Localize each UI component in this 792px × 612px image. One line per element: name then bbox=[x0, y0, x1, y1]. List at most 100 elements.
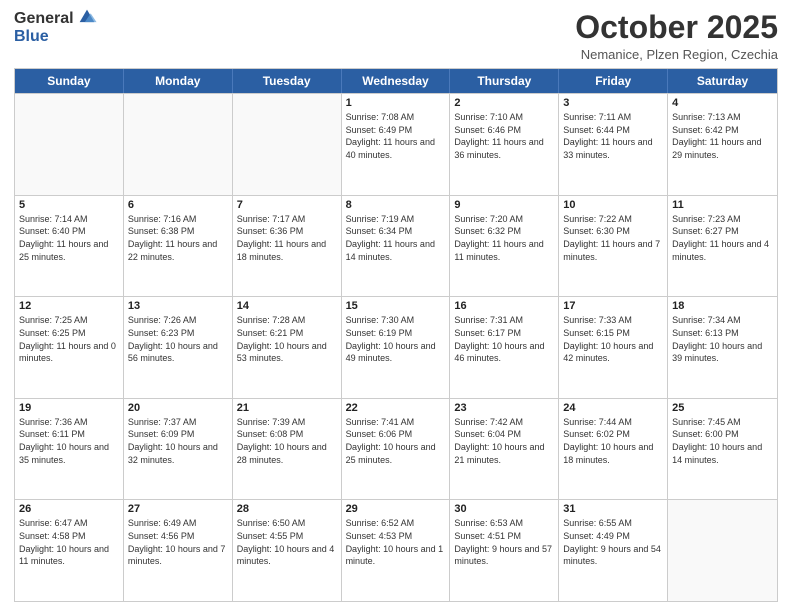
day-number: 20 bbox=[128, 402, 228, 414]
day-info: Sunrise: 7:41 AM Sunset: 6:06 PM Dayligh… bbox=[346, 416, 446, 466]
day-cell-12: 12 Sunrise: 7:25 AM Sunset: 6:25 PM Dayli… bbox=[15, 297, 124, 398]
day-number: 4 bbox=[672, 97, 773, 109]
day-cell-19: 19Sunrise: 7:36 AM Sunset: 6:11 PM Dayli… bbox=[15, 399, 124, 500]
location: Nemanice, Plzen Region, Czechia bbox=[575, 47, 778, 62]
day-number: 26 bbox=[19, 503, 119, 515]
day-info: Sunrise: 6:52 AM Sunset: 4:53 PM Dayligh… bbox=[346, 517, 446, 567]
day-number: 6 bbox=[128, 199, 228, 211]
day-cell-18: 18 Sunrise: 7:34 AM Sunset: 6:13 PM Dayli… bbox=[668, 297, 777, 398]
day-info: Sunrise: 7:30 AM Sunset: 6:19 PM Dayligh… bbox=[346, 314, 446, 364]
day-cell-7: 7 Sunrise: 7:17 AM Sunset: 6:36 PM Daylig… bbox=[233, 196, 342, 297]
day-info: Sunrise: 7:17 AM Sunset: 6:36 PM Dayligh… bbox=[237, 213, 337, 263]
calendar-header: SundayMondayTuesdayWednesdayThursdayFrid… bbox=[15, 69, 777, 93]
day-number: 28 bbox=[237, 503, 337, 515]
day-info: Sunrise: 7:14 AM Sunset: 6:40 PM Dayligh… bbox=[19, 213, 119, 263]
day-number: 17 bbox=[563, 300, 663, 312]
day-number: 5 bbox=[19, 199, 119, 211]
day-info: Sunrise: 6:50 AM Sunset: 4:55 PM Dayligh… bbox=[237, 517, 337, 567]
logo-general: General bbox=[14, 10, 74, 28]
day-number: 19 bbox=[19, 402, 119, 414]
day-cell-5: 5 Sunrise: 7:14 AM Sunset: 6:40 PM Daylig… bbox=[15, 196, 124, 297]
day-number: 22 bbox=[346, 402, 446, 414]
logo-icon bbox=[76, 6, 98, 28]
day-cell-27: 27Sunrise: 6:49 AM Sunset: 4:56 PM Dayli… bbox=[124, 500, 233, 601]
day-cell-25: 25Sunrise: 7:45 AM Sunset: 6:00 PM Dayli… bbox=[668, 399, 777, 500]
day-info: Sunrise: 7:25 AM Sunset: 6:25 PM Dayligh… bbox=[19, 314, 119, 364]
day-number: 12 bbox=[19, 300, 119, 312]
day-number: 29 bbox=[346, 503, 446, 515]
day-cell-21: 21Sunrise: 7:39 AM Sunset: 6:08 PM Dayli… bbox=[233, 399, 342, 500]
day-number: 16 bbox=[454, 300, 554, 312]
day-number: 31 bbox=[563, 503, 663, 515]
day-cell-28: 28 Sunrise: 6:50 AM Sunset: 4:55 PM Dayli… bbox=[233, 500, 342, 601]
day-info: Sunrise: 7:34 AM Sunset: 6:13 PM Dayligh… bbox=[672, 314, 773, 364]
day-cell-14: 14Sunrise: 7:28 AM Sunset: 6:21 PM Dayli… bbox=[233, 297, 342, 398]
day-info: Sunrise: 7:39 AM Sunset: 6:08 PM Dayligh… bbox=[237, 416, 337, 466]
day-info: Sunrise: 7:10 AM Sunset: 6:46 PM Dayligh… bbox=[454, 111, 554, 161]
day-number: 7 bbox=[237, 199, 337, 211]
day-cell-9: 9 Sunrise: 7:20 AM Sunset: 6:32 PM Daylig… bbox=[450, 196, 559, 297]
day-number: 9 bbox=[454, 199, 554, 211]
day-info: Sunrise: 7:31 AM Sunset: 6:17 PM Dayligh… bbox=[454, 314, 554, 364]
calendar: SundayMondayTuesdayWednesdayThursdayFrid… bbox=[14, 68, 778, 602]
day-number: 10 bbox=[563, 199, 663, 211]
day-info: Sunrise: 7:44 AM Sunset: 6:02 PM Dayligh… bbox=[563, 416, 663, 466]
day-cell-20: 20 Sunrise: 7:37 AM Sunset: 6:09 PM Dayli… bbox=[124, 399, 233, 500]
logo: General Blue bbox=[14, 10, 98, 46]
week-row-4: 19Sunrise: 7:36 AM Sunset: 6:11 PM Dayli… bbox=[15, 398, 777, 500]
day-cell-16: 16 Sunrise: 7:31 AM Sunset: 6:17 PM Dayli… bbox=[450, 297, 559, 398]
day-cell-4: 4 Sunrise: 7:13 AM Sunset: 6:42 PM Daylig… bbox=[668, 94, 777, 195]
day-info: Sunrise: 7:16 AM Sunset: 6:38 PM Dayligh… bbox=[128, 213, 228, 263]
day-cell-31: 31 Sunrise: 6:55 AM Sunset: 4:49 PM Dayli… bbox=[559, 500, 668, 601]
day-info: Sunrise: 7:22 AM Sunset: 6:30 PM Dayligh… bbox=[563, 213, 663, 263]
day-info: Sunrise: 7:26 AM Sunset: 6:23 PM Dayligh… bbox=[128, 314, 228, 364]
day-cell-2: 2 Sunrise: 7:10 AM Sunset: 6:46 PM Daylig… bbox=[450, 94, 559, 195]
empty-cell bbox=[15, 94, 124, 195]
header-day-sunday: Sunday bbox=[15, 69, 124, 93]
day-info: Sunrise: 7:19 AM Sunset: 6:34 PM Dayligh… bbox=[346, 213, 446, 263]
day-info: Sunrise: 7:23 AM Sunset: 6:27 PM Dayligh… bbox=[672, 213, 773, 263]
day-info: Sunrise: 6:53 AM Sunset: 4:51 PM Dayligh… bbox=[454, 517, 554, 567]
header-day-monday: Monday bbox=[124, 69, 233, 93]
day-info: Sunrise: 7:08 AM Sunset: 6:49 PM Dayligh… bbox=[346, 111, 446, 161]
day-number: 18 bbox=[672, 300, 773, 312]
day-info: Sunrise: 7:42 AM Sunset: 6:04 PM Dayligh… bbox=[454, 416, 554, 466]
day-info: Sunrise: 7:33 AM Sunset: 6:15 PM Dayligh… bbox=[563, 314, 663, 364]
week-row-3: 12 Sunrise: 7:25 AM Sunset: 6:25 PM Dayli… bbox=[15, 296, 777, 398]
day-number: 8 bbox=[346, 199, 446, 211]
day-number: 24 bbox=[563, 402, 663, 414]
day-cell-11: 11Sunrise: 7:23 AM Sunset: 6:27 PM Dayli… bbox=[668, 196, 777, 297]
day-cell-22: 22 Sunrise: 7:41 AM Sunset: 6:06 PM Dayli… bbox=[342, 399, 451, 500]
day-cell-30: 30Sunrise: 6:53 AM Sunset: 4:51 PM Dayli… bbox=[450, 500, 559, 601]
empty-cell bbox=[668, 500, 777, 601]
day-cell-10: 10 Sunrise: 7:22 AM Sunset: 6:30 PM Dayli… bbox=[559, 196, 668, 297]
day-number: 2 bbox=[454, 97, 554, 109]
day-info: Sunrise: 7:37 AM Sunset: 6:09 PM Dayligh… bbox=[128, 416, 228, 466]
day-cell-23: 23 Sunrise: 7:42 AM Sunset: 6:04 PM Dayli… bbox=[450, 399, 559, 500]
day-number: 3 bbox=[563, 97, 663, 109]
day-cell-29: 29 Sunrise: 6:52 AM Sunset: 4:53 PM Dayli… bbox=[342, 500, 451, 601]
calendar-body: 1 Sunrise: 7:08 AM Sunset: 6:49 PM Daylig… bbox=[15, 93, 777, 601]
day-info: Sunrise: 6:55 AM Sunset: 4:49 PM Dayligh… bbox=[563, 517, 663, 567]
day-number: 1 bbox=[346, 97, 446, 109]
header-day-thursday: Thursday bbox=[450, 69, 559, 93]
day-info: Sunrise: 7:20 AM Sunset: 6:32 PM Dayligh… bbox=[454, 213, 554, 263]
day-number: 14 bbox=[237, 300, 337, 312]
day-cell-6: 6 Sunrise: 7:16 AM Sunset: 6:38 PM Daylig… bbox=[124, 196, 233, 297]
day-cell-13: 13Sunrise: 7:26 AM Sunset: 6:23 PM Dayli… bbox=[124, 297, 233, 398]
day-number: 15 bbox=[346, 300, 446, 312]
day-info: Sunrise: 7:11 AM Sunset: 6:44 PM Dayligh… bbox=[563, 111, 663, 161]
day-info: Sunrise: 6:49 AM Sunset: 4:56 PM Dayligh… bbox=[128, 517, 228, 567]
day-number: 25 bbox=[672, 402, 773, 414]
week-row-2: 5 Sunrise: 7:14 AM Sunset: 6:40 PM Daylig… bbox=[15, 195, 777, 297]
day-number: 23 bbox=[454, 402, 554, 414]
month-title: October 2025 bbox=[575, 10, 778, 45]
logo-blue: Blue bbox=[14, 28, 49, 45]
header: General Blue October 2025 Nemanice, Plze… bbox=[14, 10, 778, 62]
page: General Blue October 2025 Nemanice, Plze… bbox=[0, 0, 792, 612]
day-info: Sunrise: 7:13 AM Sunset: 6:42 PM Dayligh… bbox=[672, 111, 773, 161]
day-cell-1: 1 Sunrise: 7:08 AM Sunset: 6:49 PM Daylig… bbox=[342, 94, 451, 195]
week-row-1: 1 Sunrise: 7:08 AM Sunset: 6:49 PM Daylig… bbox=[15, 93, 777, 195]
day-cell-8: 8 Sunrise: 7:19 AM Sunset: 6:34 PM Daylig… bbox=[342, 196, 451, 297]
day-cell-15: 15 Sunrise: 7:30 AM Sunset: 6:19 PM Dayli… bbox=[342, 297, 451, 398]
